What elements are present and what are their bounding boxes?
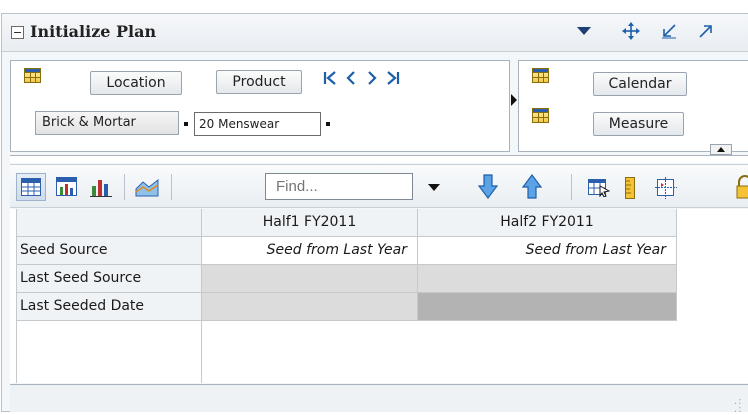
calendar-dimension-button[interactable]: Calendar [593, 72, 687, 96]
data-grid: Half1 FY2011 Half2 FY2011 Seed Source Se… [10, 209, 748, 383]
pivot-divider [10, 155, 748, 163]
member-separator-icon [184, 122, 188, 126]
table-cell[interactable]: Seed from Last Year [202, 237, 418, 265]
table-cell[interactable] [202, 265, 418, 293]
table-cell[interactable] [202, 293, 418, 321]
bar-chart-icon[interactable] [90, 177, 112, 197]
dropdown-caret-icon[interactable] [574, 19, 594, 43]
column-edge-grid-icon [532, 68, 549, 83]
maximize-icon[interactable] [696, 19, 716, 46]
product-dimension-button[interactable]: Product [216, 70, 302, 94]
table-cell[interactable]: Seed from Last Year [418, 237, 677, 265]
minimize-icon[interactable] [659, 19, 679, 46]
status-bar [10, 384, 748, 412]
next-icon[interactable] [366, 67, 378, 91]
find-input[interactable] [265, 173, 413, 200]
member-separator-icon [326, 122, 330, 126]
move-icon[interactable] [621, 19, 641, 47]
toolbar-separator [571, 174, 572, 200]
row-header-filler [16, 321, 202, 383]
row-header-seed-source[interactable]: Seed Source [16, 237, 202, 265]
corner-cell [16, 209, 202, 237]
export-icon[interactable] [588, 177, 611, 198]
find-previous-icon[interactable] [521, 174, 543, 199]
product-member-selector[interactable]: 20 Menswear [194, 112, 321, 136]
page-edge-grid-icon [532, 108, 549, 123]
measure-dimension-button[interactable]: Measure [593, 112, 684, 136]
pivot-splitter-arrow-icon[interactable] [511, 94, 517, 106]
row-edge-grid-icon [24, 68, 41, 83]
collapse-pivot-icon[interactable] [710, 144, 732, 155]
table-view-icon [21, 178, 41, 198]
area-chart-icon[interactable] [135, 177, 159, 197]
toolbar-separator [124, 174, 125, 200]
panel-title: Initialize Plan [30, 22, 157, 41]
table-cell[interactable] [418, 293, 677, 321]
location-member-selector[interactable]: Brick & Mortar [35, 111, 179, 135]
column-header-half1[interactable]: Half1 FY2011 [202, 209, 418, 237]
lock-icon[interactable] [736, 175, 748, 199]
last-icon[interactable] [386, 67, 400, 91]
row-header-last-seeded-date[interactable]: Last Seeded Date [16, 293, 202, 321]
find-dropdown-icon[interactable] [428, 184, 440, 191]
toolbar-separator [171, 174, 172, 200]
table-cell[interactable] [418, 265, 677, 293]
first-icon[interactable] [323, 67, 337, 91]
collapse-toggle-icon[interactable] [11, 26, 24, 39]
column-header-half2[interactable]: Half2 FY2011 [418, 209, 677, 237]
previous-icon[interactable] [345, 67, 357, 91]
row-header-last-seed-source[interactable]: Last Seed Source [16, 265, 202, 293]
ruler-icon[interactable] [622, 177, 642, 199]
split-icon[interactable] [655, 177, 677, 199]
find-next-icon[interactable] [477, 174, 499, 199]
chart-table-icon[interactable] [56, 177, 77, 197]
location-dimension-button[interactable]: Location [90, 71, 182, 95]
